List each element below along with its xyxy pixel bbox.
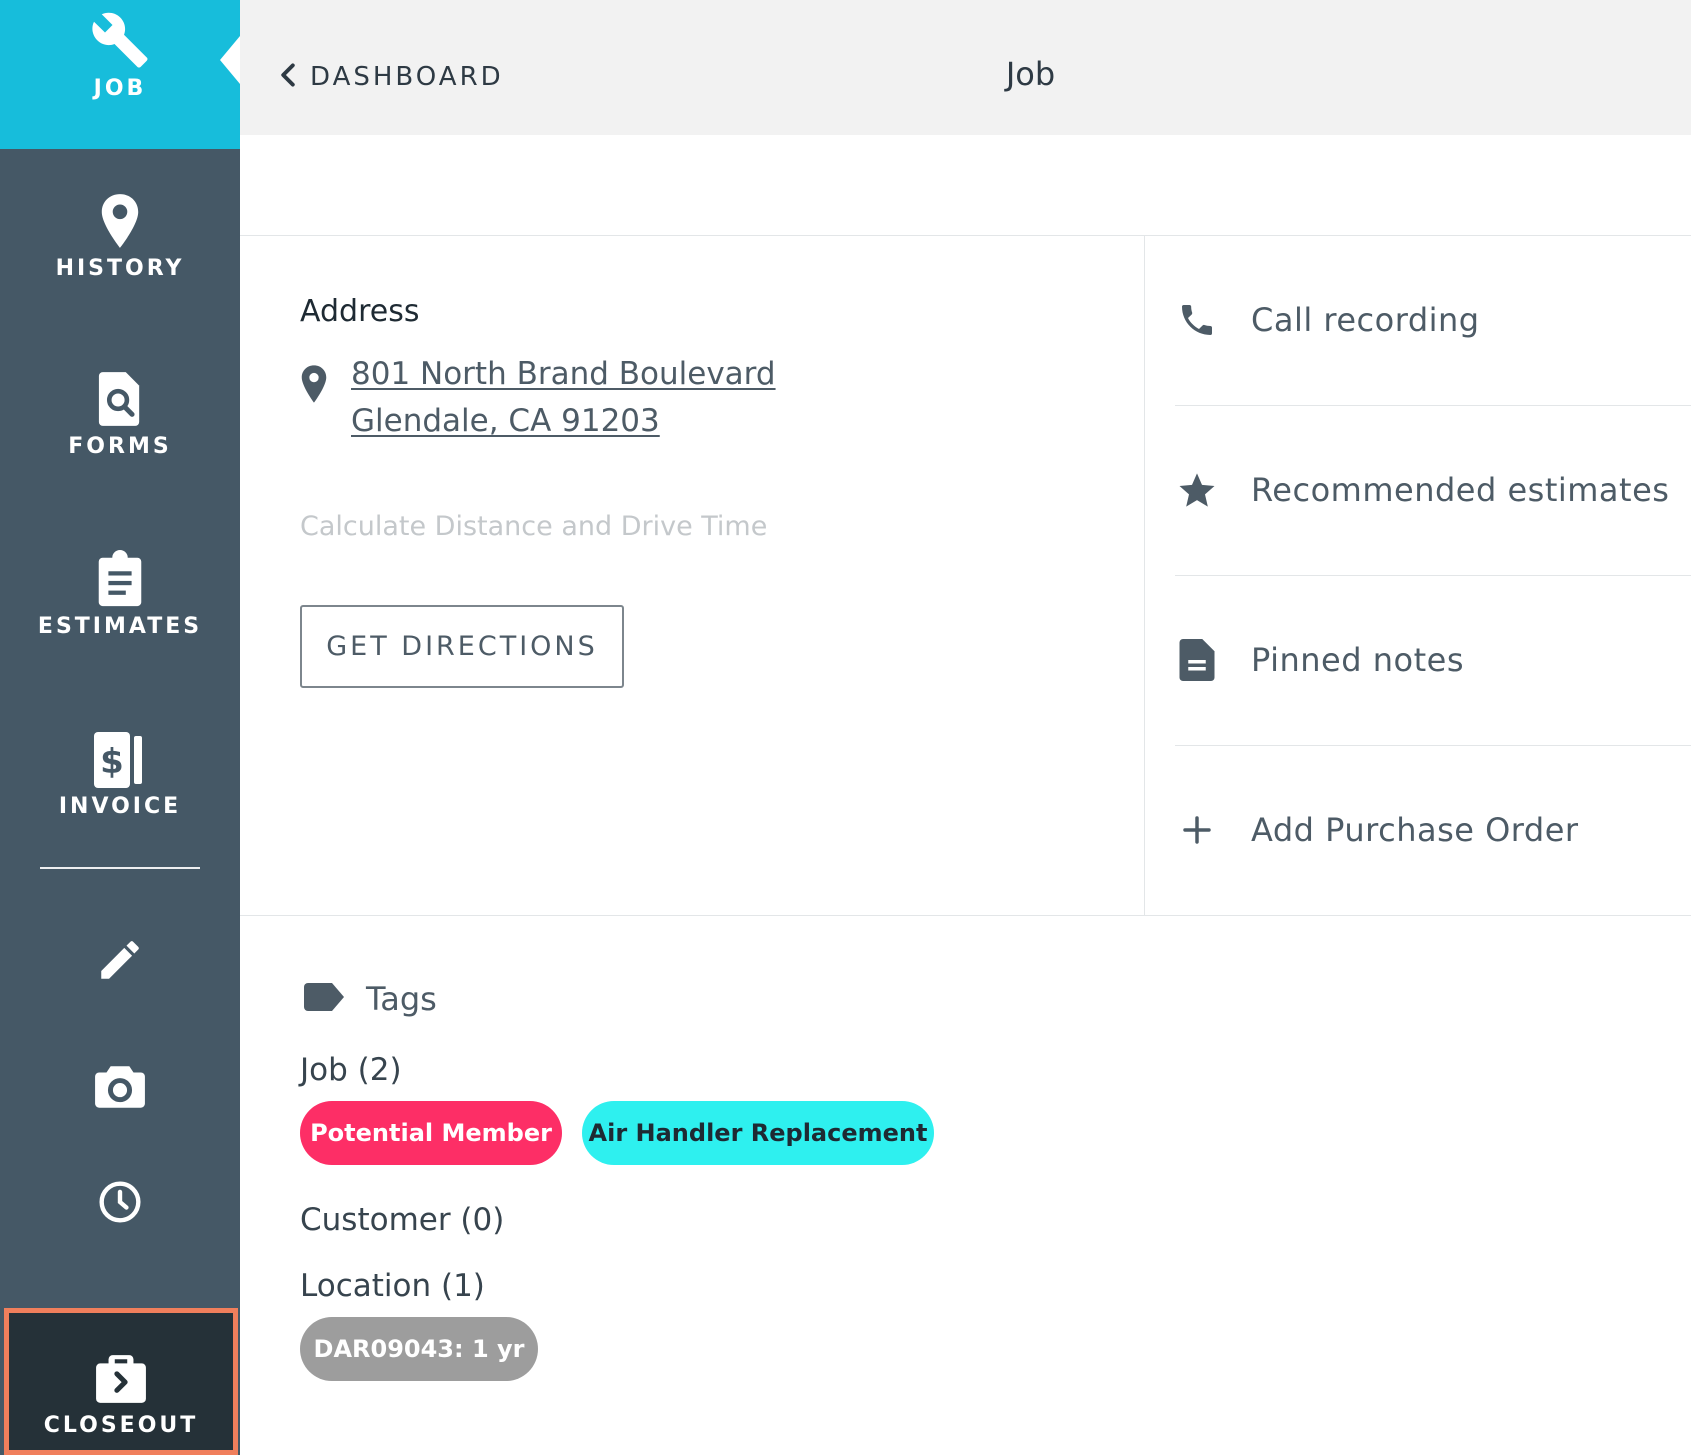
tag-location-membership[interactable]: DAR09043: 1 yr (300, 1317, 538, 1381)
note-icon (1175, 639, 1219, 681)
nav-closeout-label: CLOSEOUT (43, 1413, 199, 1438)
nav-forms[interactable]: FORMS (0, 370, 240, 459)
get-directions-button[interactable]: GET DIRECTIONS (300, 605, 624, 688)
camera-tool-button[interactable] (0, 1062, 240, 1116)
clock-icon (98, 1180, 142, 1228)
call-recording-label: Call recording (1251, 301, 1480, 339)
plus-icon (1175, 814, 1219, 846)
active-indicator (220, 36, 240, 84)
map-pin-icon (97, 192, 143, 250)
call-recording-item[interactable]: Call recording (1175, 260, 1691, 380)
star-icon (1175, 470, 1219, 510)
calculate-distance-link[interactable]: Calculate Distance and Drive Time (300, 511, 767, 542)
tags-header: Tags (304, 980, 437, 1018)
nav-estimates-label: ESTIMATES (37, 614, 203, 639)
panel-divider (1175, 405, 1691, 406)
tag-potential-member[interactable]: Potential Member (300, 1101, 562, 1165)
location-tags-title: Location (1) (300, 1268, 485, 1304)
divider-vertical (1144, 235, 1145, 915)
nav-history-label: HISTORY (55, 256, 185, 281)
recommended-estimates-item[interactable]: Recommended estimates (1175, 430, 1691, 550)
address-heading: Address (300, 294, 420, 329)
sidebar-divider (40, 867, 200, 869)
invoice-dollar-icon: $ (94, 732, 146, 788)
nav-estimates[interactable]: ESTIMATES (0, 550, 240, 639)
panel-divider (1175, 745, 1691, 746)
clipboard-icon (96, 550, 144, 608)
panel-divider (1175, 575, 1691, 576)
divider-top (240, 235, 1691, 236)
customer-tags-title: Customer (0) (300, 1202, 505, 1238)
svg-text:$: $ (100, 742, 124, 782)
tag-icon (304, 983, 344, 1015)
tags-heading: Tags (366, 980, 437, 1018)
job-tags-title: Job (2) (300, 1052, 402, 1088)
nav-history[interactable]: HISTORY (0, 192, 240, 281)
wrench-icon (90, 10, 150, 70)
document-search-icon (97, 370, 143, 428)
nav-forms-label: FORMS (68, 434, 172, 459)
divider-middle (240, 915, 1691, 916)
address-line-1[interactable]: 801 North Brand Boulevard (351, 356, 776, 392)
phone-icon (1175, 300, 1219, 340)
nav-invoice-label: INVOICE (58, 794, 182, 819)
briefcase-arrow-icon (94, 1353, 148, 1409)
edit-tool-button[interactable] (0, 935, 240, 989)
add-purchase-order-item[interactable]: Add Purchase Order (1175, 770, 1691, 890)
time-tool-button[interactable] (0, 1180, 240, 1228)
tag-air-handler-replacement[interactable]: Air Handler Replacement (582, 1101, 934, 1165)
map-pin-icon (300, 364, 328, 408)
pencil-icon (95, 935, 145, 989)
nav-invoice[interactable]: $ INVOICE (0, 732, 240, 819)
nav-job[interactable]: JOB (0, 0, 240, 149)
pinned-notes-label: Pinned notes (1251, 641, 1464, 679)
sidebar: JOB HISTORY FORMS ESTIMATES $ INVOICE CL… (0, 0, 240, 1455)
pinned-notes-item[interactable]: Pinned notes (1175, 600, 1691, 720)
address-line-2[interactable]: Glendale, CA 91203 (351, 403, 660, 439)
recommended-estimates-label: Recommended estimates (1251, 471, 1670, 509)
nav-job-label: JOB (93, 76, 147, 101)
nav-closeout[interactable]: CLOSEOUT (4, 1308, 238, 1455)
page-title: Job (1005, 55, 1056, 93)
add-purchase-order-label: Add Purchase Order (1251, 811, 1579, 849)
top-header: DASHBOARD Job (240, 0, 1691, 135)
camera-icon (93, 1062, 147, 1116)
